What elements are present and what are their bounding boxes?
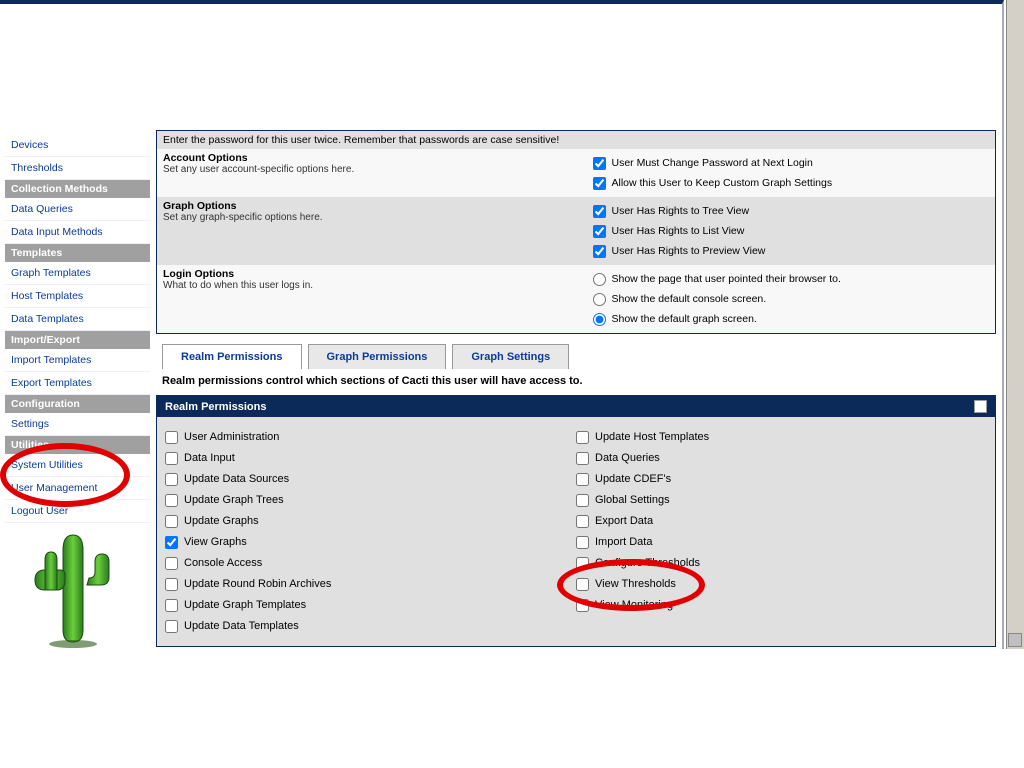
vertical-scrollbar[interactable]: [1006, 0, 1024, 649]
tab-graph-settings[interactable]: Graph Settings: [452, 344, 569, 369]
nav-link[interactable]: Logout User: [5, 500, 150, 523]
realm-label: View Thresholds: [595, 578, 676, 590]
realm-label: Import Data: [595, 536, 652, 548]
password-note: Enter the password for this user twice. …: [157, 131, 587, 150]
nav-link[interactable]: User Management: [5, 477, 150, 500]
login-opt2-radio[interactable]: [593, 293, 606, 306]
nav-header: Import/Export: [5, 331, 150, 349]
nav-link[interactable]: Export Templates: [5, 372, 150, 395]
acct-opt2-label: Allow this User to Keep Custom Graph Set…: [612, 177, 833, 189]
nav-link[interactable]: Data Queries: [5, 198, 150, 221]
login-opt3-radio[interactable]: [593, 313, 606, 326]
graph-opt3-label: User Has Rights to Preview View: [612, 245, 766, 257]
realm-label: Configure Thresholds: [595, 557, 700, 569]
tab-graph-permissions[interactable]: Graph Permissions: [308, 344, 447, 369]
realm-label: Update Data Templates: [184, 620, 299, 632]
realm-checkbox[interactable]: [165, 515, 178, 528]
login-opt2-label: Show the default console screen.: [612, 293, 767, 305]
login-opt3-label: Show the default graph screen.: [612, 313, 757, 325]
tab-realm-permissions[interactable]: Realm Permissions: [162, 344, 302, 369]
realm-checkbox[interactable]: [576, 431, 589, 444]
realm-box-title: Realm Permissions: [165, 401, 267, 413]
realm-checkbox[interactable]: [576, 557, 589, 570]
realm-checkbox[interactable]: [165, 599, 178, 612]
realm-label: Update Graphs: [184, 515, 259, 527]
nav-link[interactable]: Import Templates: [5, 349, 150, 372]
realm-checkbox[interactable]: [165, 431, 178, 444]
acct-opt2-checkbox[interactable]: [593, 177, 606, 190]
realm-label: View Graphs: [184, 536, 247, 548]
user-form-table: Enter the password for this user twice. …: [156, 130, 996, 334]
realm-label: Update Host Templates: [595, 431, 709, 443]
realm-label: Update Round Robin Archives: [184, 578, 331, 590]
nav-header: Utilities: [5, 436, 150, 454]
cactus-logo: [25, 530, 115, 650]
realm-checkbox[interactable]: [165, 578, 178, 591]
realm-desc: Realm permissions control which sections…: [162, 375, 996, 387]
graph-opt2-label: User Has Rights to List View: [612, 225, 745, 237]
nav-link[interactable]: Thresholds: [5, 157, 150, 180]
login-options-sub: What to do when this user logs in.: [163, 280, 581, 291]
permission-tabs: Realm Permissions Graph Permissions Grap…: [162, 344, 996, 369]
realm-label: Update Graph Templates: [184, 599, 306, 611]
acct-opt1-checkbox[interactable]: [593, 157, 606, 170]
acct-opt1-label: User Must Change Password at Next Login: [612, 157, 813, 169]
realm-checkbox[interactable]: [576, 599, 589, 612]
realm-checkbox[interactable]: [165, 494, 178, 507]
realm-label: User Administration: [184, 431, 279, 443]
nav-header: Collection Methods: [5, 180, 150, 198]
realm-label: Update CDEF's: [595, 473, 671, 485]
realm-label: Console Access: [184, 557, 262, 569]
realm-toggle-all[interactable]: [974, 400, 987, 413]
nav-header: Configuration: [5, 395, 150, 413]
login-opt1-label: Show the page that user pointed their br…: [612, 273, 841, 285]
realm-checkbox[interactable]: [165, 473, 178, 486]
nav-link[interactable]: Settings: [5, 413, 150, 436]
realm-label: Update Data Sources: [184, 473, 289, 485]
realm-label: Data Input: [184, 452, 235, 464]
realm-label: Data Queries: [595, 452, 660, 464]
nav-link[interactable]: Data Input Methods: [5, 221, 150, 244]
realm-box-header: Realm Permissions: [157, 396, 995, 417]
realm-checkbox[interactable]: [165, 557, 178, 570]
graph-options-title: Graph Options: [163, 200, 581, 212]
account-options-title: Account Options: [163, 152, 581, 164]
realm-checkbox[interactable]: [576, 578, 589, 591]
realm-checkbox[interactable]: [165, 536, 178, 549]
realm-label: Update Graph Trees: [184, 494, 284, 506]
realm-label: View Monitoring: [595, 599, 673, 611]
realm-label: Export Data: [595, 515, 653, 527]
realm-checkbox[interactable]: [165, 452, 178, 465]
realm-checkbox[interactable]: [576, 494, 589, 507]
nav-link[interactable]: Data Templates: [5, 308, 150, 331]
graph-options-sub: Set any graph-specific options here.: [163, 212, 581, 223]
graph-opt1-label: User Has Rights to Tree View: [612, 205, 750, 217]
left-nav: DevicesThresholdsCollection MethodsData …: [5, 134, 150, 523]
account-options-sub: Set any user account-specific options he…: [163, 164, 581, 175]
graph-opt3-checkbox[interactable]: [593, 245, 606, 258]
realm-col-left: User Administration Data Input Update Data…: [165, 425, 576, 638]
realm-col-right: Update Host Templates Data Queries Update …: [576, 425, 987, 638]
graph-opt2-checkbox[interactable]: [593, 225, 606, 238]
realm-checkbox[interactable]: [576, 473, 589, 486]
realm-checkbox[interactable]: [576, 515, 589, 528]
realm-label: Global Settings: [595, 494, 670, 506]
login-opt1-radio[interactable]: [593, 273, 606, 286]
nav-link[interactable]: Devices: [5, 134, 150, 157]
graph-opt1-checkbox[interactable]: [593, 205, 606, 218]
nav-link[interactable]: Host Templates: [5, 285, 150, 308]
nav-link[interactable]: Graph Templates: [5, 262, 150, 285]
realm-checkbox[interactable]: [576, 452, 589, 465]
scrollbar-thumb[interactable]: [1008, 633, 1022, 647]
realm-checkbox[interactable]: [576, 536, 589, 549]
main-panel: Enter the password for this user twice. …: [156, 130, 996, 647]
nav-header: Templates: [5, 244, 150, 262]
nav-link[interactable]: System Utilities: [5, 454, 150, 477]
realm-permissions-box: Realm Permissions User Administration Dat…: [156, 395, 996, 647]
realm-checkbox[interactable]: [165, 620, 178, 633]
login-options-title: Login Options: [163, 268, 581, 280]
